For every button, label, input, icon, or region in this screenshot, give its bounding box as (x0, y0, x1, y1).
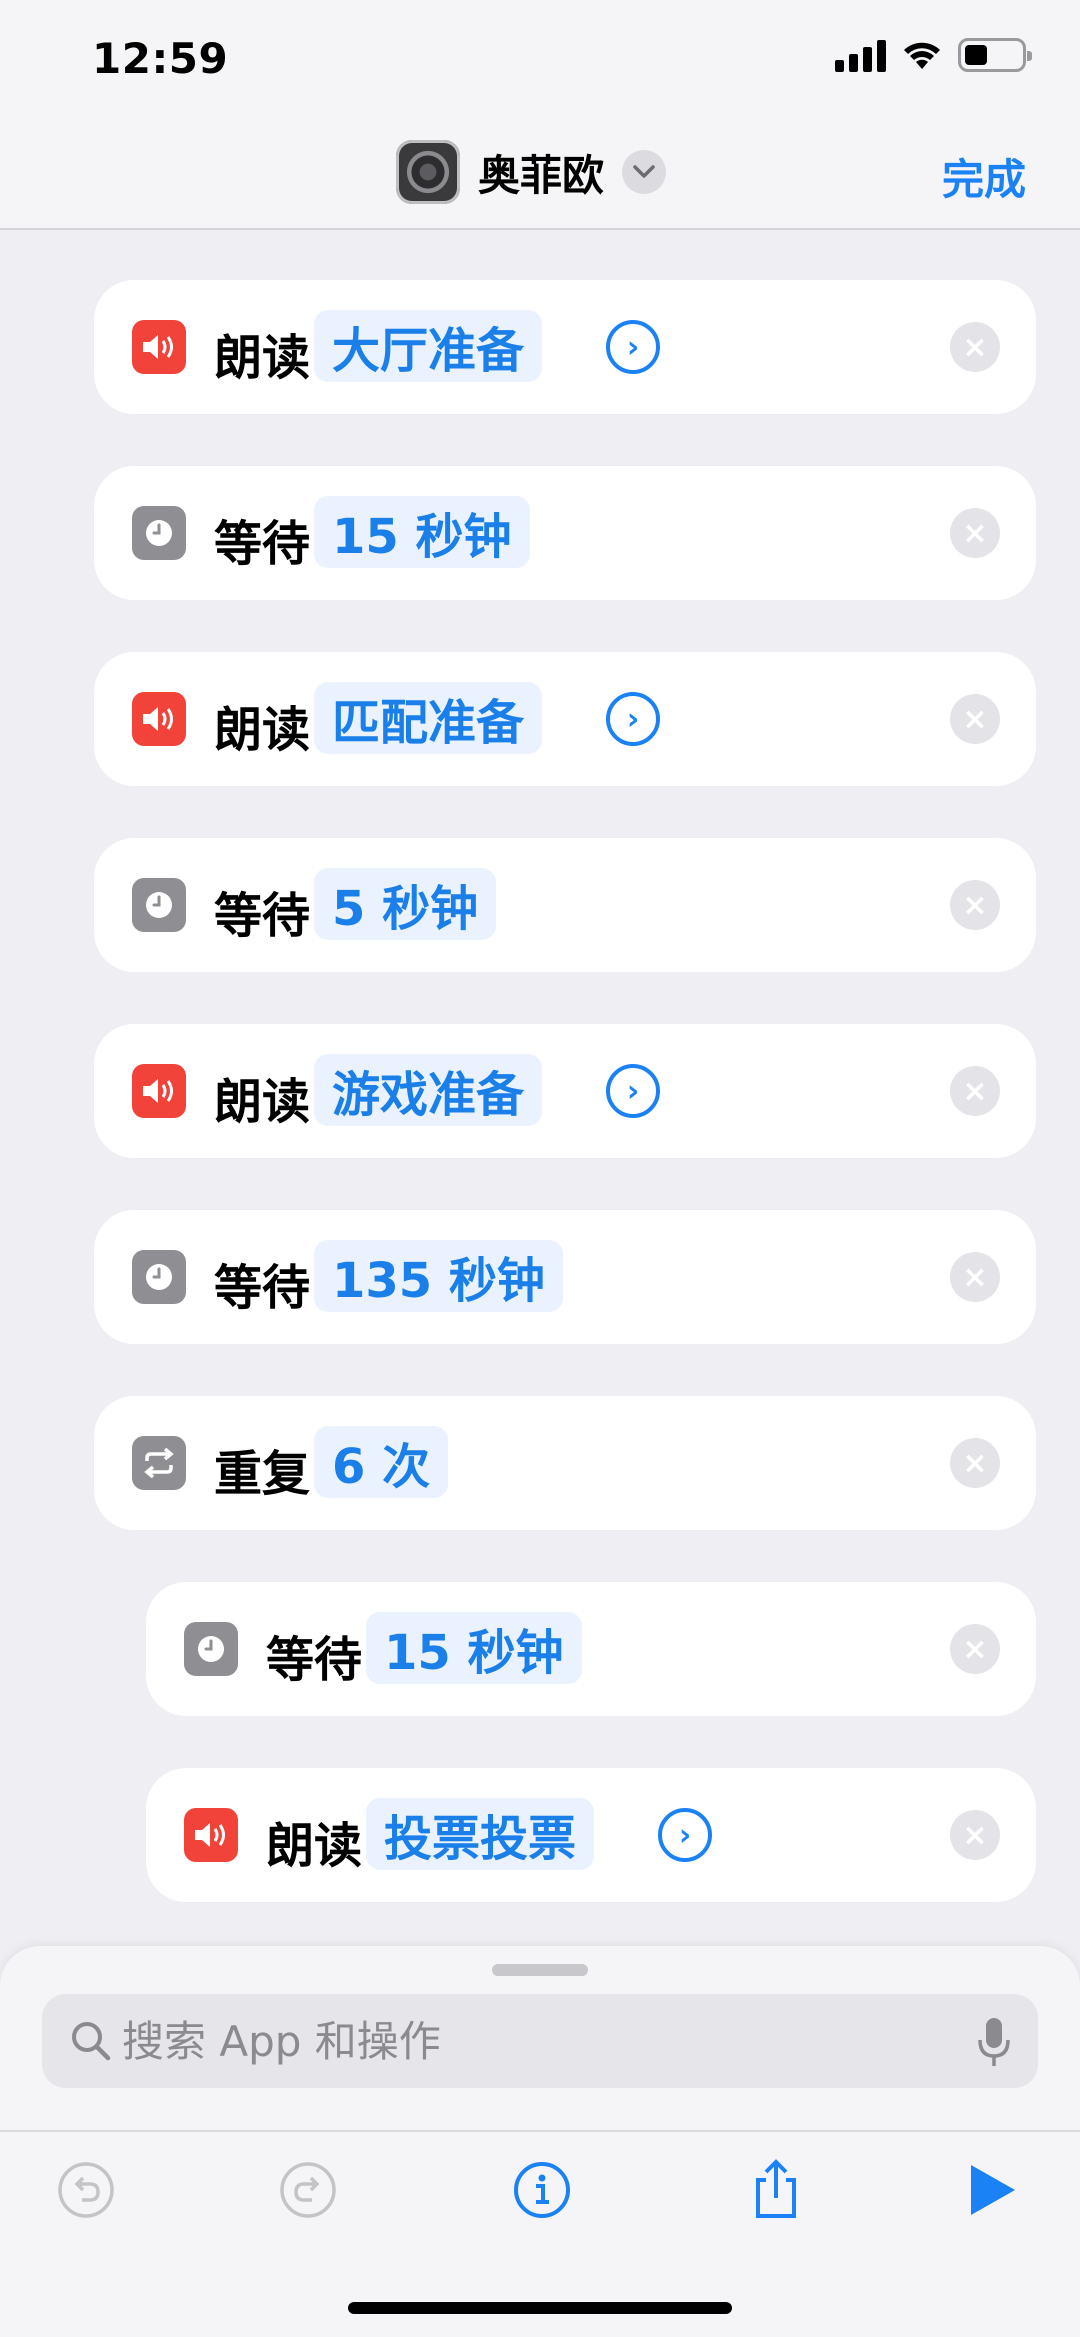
run-button[interactable] (960, 2158, 1024, 2222)
action-label: 等待 (214, 1260, 311, 1316)
speaker-icon (132, 692, 186, 746)
action-card[interactable]: 等待 15 秒钟 × (94, 466, 1036, 600)
info-icon (514, 2162, 570, 2218)
undo-button[interactable] (54, 2158, 118, 2222)
action-parameter[interactable]: 15 秒钟 (366, 1612, 582, 1684)
sheet-grabber[interactable] (492, 1964, 588, 1976)
chevron-down-icon[interactable] (622, 150, 667, 194)
action-label: 等待 (214, 888, 311, 944)
action-card[interactable]: 朗读 大厅准备 › × (94, 280, 1036, 414)
speaker-icon (184, 1808, 238, 1862)
redo-button[interactable] (276, 2158, 340, 2222)
close-icon[interactable]: × (950, 1066, 1000, 1116)
play-icon (971, 2165, 1015, 2215)
clock-icon (184, 1622, 238, 1676)
action-search-sheet (0, 1946, 1080, 2337)
status-icons (835, 38, 1032, 72)
action-parameter[interactable]: 匹配准备 (314, 682, 543, 754)
clock-icon (132, 1250, 186, 1304)
toolbar-divider (0, 2130, 1080, 2132)
action-card[interactable]: 朗读 匹配准备 › × (94, 652, 1036, 786)
share-icon (756, 2159, 796, 2218)
cellular-signal-icon (835, 38, 886, 72)
action-parameter[interactable]: 15 秒钟 (314, 496, 530, 568)
action-card[interactable]: 等待 5 秒钟 × (94, 838, 1036, 972)
search-icon (72, 2022, 111, 2061)
shortcut-title-menu[interactable]: 奥菲欧 (396, 140, 667, 204)
action-parameter[interactable]: 投票投票 (366, 1798, 595, 1870)
action-parameter[interactable]: 大厅准备 (314, 310, 543, 382)
action-card[interactable]: 等待 15 秒钟 × (146, 1582, 1036, 1716)
close-icon[interactable]: × (950, 880, 1000, 930)
chevron-right-circle-icon[interactable]: › (606, 1064, 660, 1118)
battery-icon (958, 38, 1032, 72)
action-parameter[interactable]: 5 秒钟 (314, 868, 497, 940)
repeat-icon (132, 1436, 186, 1490)
action-label: 朗读 (214, 1074, 311, 1130)
info-button[interactable] (510, 2158, 574, 2222)
close-icon[interactable]: × (950, 508, 1000, 558)
search-input[interactable] (122, 1994, 942, 2088)
redo-icon (280, 2162, 336, 2218)
microphone-icon[interactable] (974, 2014, 1014, 2070)
undo-icon (58, 2162, 114, 2218)
chevron-right-circle-icon[interactable]: › (658, 1808, 712, 1862)
speaker-icon (132, 1064, 186, 1118)
action-parameter[interactable]: 游戏准备 (314, 1054, 543, 1126)
share-button[interactable] (744, 2158, 808, 2222)
close-icon[interactable]: × (950, 322, 1000, 372)
action-label: 朗读 (214, 330, 311, 386)
action-label: 等待 (214, 516, 311, 572)
close-icon[interactable]: × (950, 1810, 1000, 1860)
action-label: 朗读 (214, 702, 311, 758)
done-button[interactable]: 完成 (942, 146, 1026, 207)
action-parameter[interactable]: 6 次 (314, 1426, 449, 1498)
shortcut-title: 奥菲欧 (478, 150, 605, 200)
action-card[interactable]: 等待 135 秒钟 × (94, 1210, 1036, 1344)
close-icon[interactable]: × (950, 694, 1000, 744)
action-card[interactable]: 重复 6 次 × (94, 1396, 1036, 1530)
action-card[interactable]: 朗读 游戏准备 › × (94, 1024, 1036, 1158)
chevron-right-circle-icon[interactable]: › (606, 692, 660, 746)
close-icon[interactable]: × (950, 1252, 1000, 1302)
action-label: 重复 (214, 1446, 311, 1502)
home-indicator[interactable] (348, 2302, 732, 2314)
speaker-icon (132, 320, 186, 374)
top-bar: 12:59 奥菲欧 完成 (0, 0, 1080, 230)
action-parameter[interactable]: 135 秒钟 (314, 1240, 563, 1312)
action-label: 等待 (266, 1632, 363, 1688)
settings-app-icon (396, 140, 460, 204)
clock-icon (132, 878, 186, 932)
action-card[interactable]: 朗读 投票投票 › × (146, 1768, 1036, 1902)
status-time: 12:59 (92, 34, 229, 83)
chevron-right-circle-icon[interactable]: › (606, 320, 660, 374)
search-bar[interactable] (42, 1994, 1038, 2088)
close-icon[interactable]: × (950, 1438, 1000, 1488)
wifi-icon (904, 42, 940, 69)
close-icon[interactable]: × (950, 1624, 1000, 1674)
clock-icon (132, 506, 186, 560)
action-label: 朗读 (266, 1818, 363, 1874)
